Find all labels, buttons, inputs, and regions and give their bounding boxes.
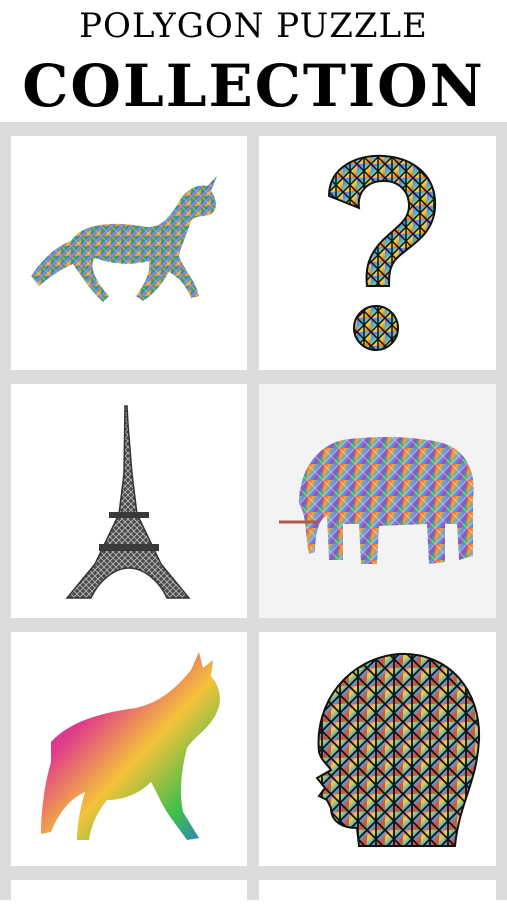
puzzle-card-elephant[interactable]: [259, 384, 496, 618]
app-header: POLYGON PUZZLE COLLECTION: [0, 0, 507, 122]
puzzle-card-partial-left[interactable]: [11, 880, 247, 920]
head-profile-icon: [315, 652, 481, 847]
puzzle-card-partial-right[interactable]: [259, 880, 496, 920]
title-line-1: POLYGON PUZZLE: [79, 6, 428, 46]
puzzle-card-eiffel-tower[interactable]: [11, 384, 247, 618]
puzzle-card-unicorn[interactable]: [11, 136, 247, 370]
puzzle-card-wolf[interactable]: [11, 632, 247, 866]
unicorn-icon: [31, 176, 217, 302]
question-mark-icon: [327, 154, 437, 351]
title-line-2: COLLECTION: [22, 52, 485, 120]
wolf-icon: [41, 652, 220, 840]
puzzle-card-head-profile[interactable]: [259, 632, 496, 866]
elephant-icon: [279, 437, 474, 564]
puzzle-card-question-mark[interactable]: [259, 136, 496, 370]
eiffel-tower-icon: [65, 405, 191, 599]
